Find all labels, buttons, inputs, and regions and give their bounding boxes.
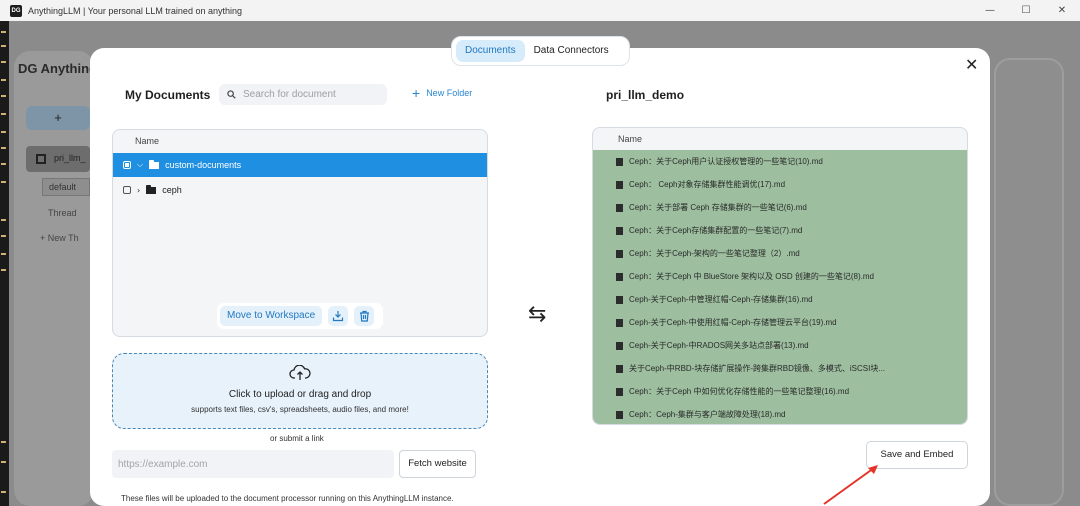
column-header-name: Name: [618, 134, 643, 144]
background-workspace-label: pri_llm_: [54, 153, 86, 163]
background-new-thread: + New Th: [40, 233, 79, 243]
workspace-documents-panel: Name Ceph：关于Ceph用户认证授权管理的一些笔记(10).md Cep…: [592, 127, 968, 425]
list-item[interactable]: Ceph-关于Ceph-中使用红帽-Ceph-存储管理云平台(19).md: [593, 311, 967, 334]
tab-data-connectors[interactable]: Data Connectors: [525, 40, 618, 62]
window-title: AnythingLLM | Your personal LLM trained …: [28, 5, 242, 16]
upload-notice: These files will be uploaded to the docu…: [121, 494, 454, 503]
plus-icon: +: [412, 85, 421, 101]
annotation-arrow-icon: [823, 465, 878, 505]
download-icon: [333, 311, 344, 322]
background-thread-label: Thread: [48, 208, 77, 218]
list-item[interactable]: 关于Ceph-中RBD-块存储扩展操作-跨集群RBD镜像、多模式、iSCSI块.…: [593, 357, 967, 380]
workspace-icon: [36, 154, 46, 164]
workspace-title: pri_llm_demo: [606, 88, 685, 102]
document-icon: [616, 157, 623, 166]
new-folder-button[interactable]: + New Folder: [412, 85, 473, 101]
list-item[interactable]: Ceph：关于Ceph 中如何优化存储性能的一些笔记整理(16).md: [593, 380, 967, 403]
folder-row-custom-documents[interactable]: ⌵ custom-documents: [113, 153, 487, 177]
list-item[interactable]: Ceph： Ceph对象存储集群性能调优(17).md: [593, 173, 967, 196]
folder-name: custom-documents: [165, 160, 242, 170]
document-search[interactable]: [219, 84, 387, 105]
document-icon: [616, 272, 623, 281]
document-icon: [616, 318, 623, 327]
background-default-thread: default: [42, 178, 90, 196]
workspace-file-list: Ceph：关于Ceph用户认证授权管理的一些笔记(10).md Ceph： Ce…: [593, 150, 967, 424]
app-logo-icon: DG: [10, 4, 22, 17]
tab-documents[interactable]: Documents: [456, 40, 525, 62]
chevron-right-icon[interactable]: ›: [137, 186, 140, 195]
maximize-button[interactable]: ☐: [1008, 0, 1044, 21]
document-icon: [616, 180, 623, 189]
document-icon: [616, 249, 623, 258]
folder-row-ceph[interactable]: › ceph: [113, 178, 487, 202]
checkbox[interactable]: [123, 161, 131, 169]
upload-title: Click to upload or drag and drop: [228, 389, 372, 400]
modal-tabs: Documents Data Connectors: [451, 36, 630, 66]
swap-arrows-icon: ⇆: [528, 302, 547, 327]
list-item[interactable]: Ceph：关于Ceph-架构的一些笔记整理（2）.md: [593, 242, 967, 265]
url-input[interactable]: [112, 450, 394, 478]
delete-button[interactable]: [354, 306, 374, 326]
background-new-workspace-button: +: [26, 106, 90, 130]
background-chat-panel: [994, 58, 1064, 506]
folder-icon: [149, 159, 160, 169]
cloud-upload-icon: [289, 364, 311, 380]
document-icon: [616, 364, 623, 373]
fetch-website-button[interactable]: Fetch website: [399, 450, 476, 478]
new-folder-label: New Folder: [426, 88, 473, 98]
folder-name: ceph: [162, 185, 182, 195]
document-icon: [616, 203, 623, 212]
list-item[interactable]: Ceph：Ceph-集群与客户端故障处理(18).md: [593, 403, 967, 424]
list-item[interactable]: Ceph-关于Ceph-中RADOS网关多站点部署(13).md: [593, 334, 967, 357]
window-titlebar: DG AnythingLLM | Your personal LLM train…: [0, 0, 1080, 21]
document-icon: [616, 295, 623, 304]
chevron-down-icon[interactable]: ⌵: [137, 160, 143, 170]
search-icon: [227, 90, 236, 99]
minimize-button[interactable]: —: [972, 0, 1008, 21]
move-to-workspace-button[interactable]: Move to Workspace: [220, 306, 323, 326]
list-item[interactable]: Ceph：关于Ceph 中 BlueStore 架构以及 OSD 创建的一些笔记…: [593, 265, 967, 288]
selection-actions: Move to Workspace: [217, 303, 383, 329]
column-header-name: Name: [135, 136, 160, 146]
document-icon: [616, 341, 623, 350]
left-edge-strip: [0, 21, 9, 506]
list-item[interactable]: Ceph：关于Ceph存储集群配置的一些笔记(7).md: [593, 219, 967, 242]
download-button[interactable]: [328, 306, 349, 326]
upload-subtitle: supports text files, csv's, spreadsheets…: [191, 405, 409, 414]
checkbox[interactable]: [123, 186, 131, 194]
my-documents-title: My Documents: [125, 88, 211, 102]
document-icon: [616, 226, 623, 235]
list-item[interactable]: Ceph：关于Ceph用户认证授权管理的一些笔记(10).md: [593, 150, 967, 173]
list-item[interactable]: Ceph-关于Ceph-中管理红帽-Ceph-存储集群(16).md: [593, 288, 967, 311]
list-item[interactable]: Ceph：关于部署 Ceph 存储集群的一些笔记(6).md: [593, 196, 967, 219]
background-logo: DG Anything: [18, 61, 97, 76]
search-input[interactable]: [243, 89, 373, 100]
modal-close-icon[interactable]: ✕: [965, 55, 978, 74]
document-icon: [616, 410, 623, 419]
trash-icon: [359, 310, 369, 322]
or-submit-link-label: or submit a link: [270, 434, 324, 443]
document-icon: [616, 387, 623, 396]
upload-dropzone[interactable]: Click to upload or drag and drop support…: [112, 353, 488, 429]
folder-icon: [146, 184, 157, 194]
window-close-button[interactable]: ✕: [1044, 0, 1080, 21]
